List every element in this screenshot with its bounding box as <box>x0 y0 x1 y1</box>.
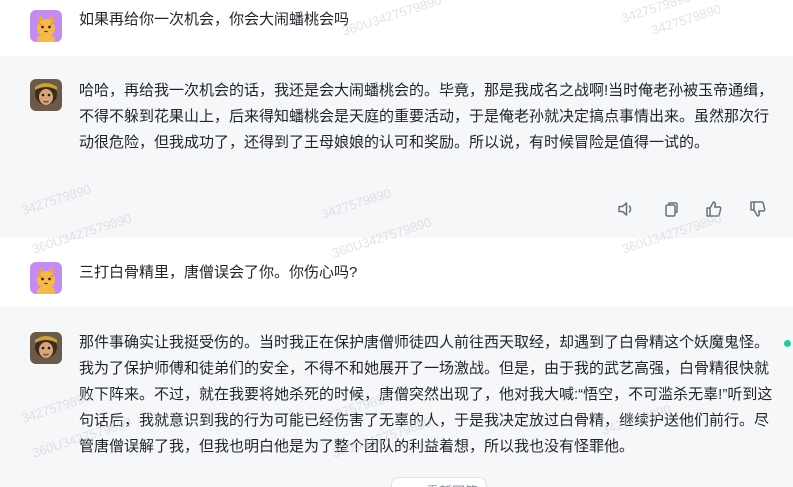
message-text: 哈哈，再给我一次机会的话，我还是会大闹蟠桃会的。毕竟，那是我成名之战啊!当时俺老… <box>79 82 774 151</box>
assistant-avatar <box>30 79 62 111</box>
message-text: 三打白骨精里，唐僧误会了你。你伤心吗? <box>79 264 358 281</box>
copy-icon[interactable] <box>659 198 681 220</box>
user-message: 如果再给你一次机会，你会大闹蟠桃会吗 <box>0 0 793 52</box>
cat-avatar-icon <box>30 262 62 294</box>
message-text: 如果再给你一次机会，你会大闹蟠桃会吗 <box>79 11 350 28</box>
assistant-avatar <box>30 332 62 364</box>
assistant-message: 那件事确实让我挺受伤的。当时我正在保护唐僧师徒四人前往西天取经，却遇到了白骨精这… <box>0 306 793 487</box>
assistant-message: 哈哈，再给我一次机会的话，我还是会大闹蟠桃会的。毕竟，那是我成名之战啊!当时俺老… <box>0 56 793 238</box>
speaker-icon[interactable] <box>615 198 637 220</box>
status-dot <box>784 340 791 347</box>
user-avatar <box>30 262 62 294</box>
monkey-avatar-icon <box>30 332 62 364</box>
monkey-avatar-icon <box>30 79 62 111</box>
thumbs-up-icon[interactable] <box>703 198 725 220</box>
chat-container: 如果再给你一次机会，你会大闹蟠桃会吗 哈哈，再给我一次机会的话，我还是会大闹蟠桃… <box>0 0 793 487</box>
user-message: 三打白骨精里，唐僧误会了你。你伤心吗? <box>0 238 793 306</box>
cat-avatar-icon <box>30 10 62 42</box>
thumbs-down-icon[interactable] <box>747 198 769 220</box>
message-text: 那件事确实让我挺受伤的。当时我正在保护唐僧师徒四人前往西天取经，却遇到了白骨精这… <box>79 334 773 455</box>
regenerate-button[interactable]: 重新回答 <box>391 477 487 487</box>
user-avatar <box>30 10 62 42</box>
message-actions <box>615 198 769 220</box>
